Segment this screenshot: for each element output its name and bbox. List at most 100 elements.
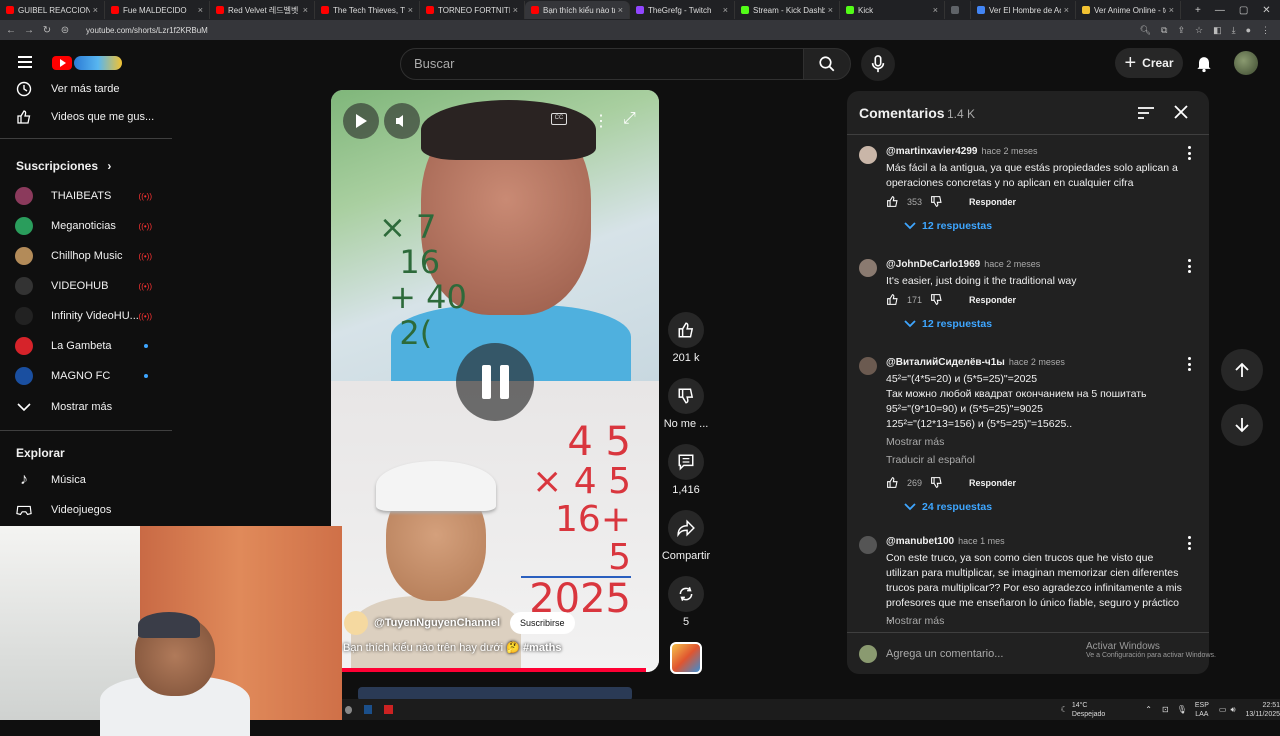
menu-icon[interactable]: [18, 56, 32, 68]
thumb-down-icon[interactable]: [930, 293, 943, 306]
close-tab-icon[interactable]: ×: [93, 5, 98, 15]
app-icon[interactable]: [345, 705, 353, 714]
more-vert-icon[interactable]: ⋮: [593, 111, 609, 131]
speaker-tray-icon[interactable]: 🔊︎: [1230, 705, 1235, 715]
comment-author[interactable]: @JohnDeCarlo1969: [886, 259, 980, 270]
sound-thumbnail[interactable]: [670, 642, 702, 674]
close-tab-icon[interactable]: ×: [408, 5, 413, 15]
comments-button[interactable]: [668, 444, 704, 480]
sidebar-item-subscription[interactable]: MAGNO FC: [0, 361, 172, 391]
sort-button[interactable]: [1137, 106, 1155, 123]
sidebar-item-subscription[interactable]: La Gambeta: [0, 331, 172, 361]
create-button[interactable]: + Crear: [1115, 48, 1183, 78]
sidebar-item-liked-videos[interactable]: Videos que me gus...: [0, 102, 172, 132]
language-indicator[interactable]: ESP LAA: [1195, 701, 1209, 719]
sidebar-item-gaming[interactable]: Videojuegos: [0, 495, 172, 525]
translate-link[interactable]: Traducir al español: [886, 454, 975, 466]
view-replies-button[interactable]: 12 respuestas: [904, 220, 992, 232]
forward-icon[interactable]: →: [22, 25, 36, 36]
close-tab-icon[interactable]: ×: [933, 5, 938, 15]
comment-author[interactable]: @manubet100: [886, 536, 954, 547]
sidebar-item-subscription[interactable]: THAIBEATS ((•)): [0, 181, 172, 211]
like-button[interactable]: [668, 312, 704, 348]
comment-menu-icon[interactable]: [1187, 259, 1191, 273]
new-tab-icon[interactable]: +: [1195, 5, 1201, 16]
show-more-button[interactable]: Mostrar más: [0, 392, 172, 422]
subscribe-button[interactable]: Suscribirse: [510, 612, 575, 634]
browser-tab[interactable]: TORNEO FORTNITE 50.00×: [420, 1, 525, 19]
close-tab-icon[interactable]: ×: [723, 5, 728, 15]
comment-time[interactable]: hace 2 meses: [984, 259, 1040, 269]
site-info-icon[interactable]: ⊜: [58, 25, 72, 36]
commenter-avatar[interactable]: [859, 536, 877, 554]
downloads-icon[interactable]: ⤓: [1232, 25, 1236, 36]
thumb-up-icon[interactable]: [886, 476, 899, 489]
close-tab-icon[interactable]: ×: [513, 5, 518, 15]
comments-action[interactable]: 1,416: [668, 444, 704, 496]
comment-time[interactable]: hace 2 meses: [981, 146, 1037, 156]
reload-icon[interactable]: ↻: [40, 25, 54, 36]
mic-tray-icon[interactable]: 🎙︎: [1177, 705, 1187, 714]
install-icon[interactable]: ⧉: [1161, 25, 1167, 36]
reply-button[interactable]: Responder: [969, 478, 1016, 488]
close-tab-icon[interactable]: ×: [1064, 5, 1069, 15]
share-page-icon[interactable]: ⇪: [1177, 25, 1185, 36]
browser-tab[interactable]: Kick ×: [840, 1, 945, 19]
next-short-button[interactable]: [1221, 404, 1263, 446]
youtube-logo[interactable]: [52, 54, 128, 72]
search-button[interactable]: [803, 48, 851, 80]
notifications-button[interactable]: [1194, 53, 1214, 73]
thumb-down-icon[interactable]: [930, 476, 943, 489]
sidebar-item-subscription[interactable]: Chillhop Music ((•)): [0, 241, 172, 271]
fullscreen-icon[interactable]: ⤢: [623, 110, 636, 128]
monitor-tray-icon[interactable]: ▭: [1219, 705, 1227, 714]
url-field[interactable]: youtube.com/shorts/Lzr1f2KRBuM: [86, 26, 208, 35]
sidebar-item-watch-later[interactable]: Ver más tarde: [0, 74, 172, 104]
app-icon[interactable]: [384, 705, 393, 714]
hashtag-link[interactable]: #maths: [523, 642, 562, 654]
browser-tab[interactable]: TheGrefg - Twitch ×: [630, 1, 735, 19]
back-icon[interactable]: ←: [4, 25, 18, 36]
search-input[interactable]: Buscar: [400, 48, 804, 80]
close-tab-icon[interactable]: ×: [303, 5, 308, 15]
show-more-link[interactable]: Mostrar más: [886, 615, 944, 627]
volume-button[interactable]: [384, 103, 420, 139]
comment-menu-icon[interactable]: [1187, 146, 1191, 160]
sidebar-item-subscription[interactable]: Infinity VideoHU... ((•)): [0, 301, 172, 331]
browser-tab[interactable]: GUIBEL REACCIONA A DA×: [0, 1, 105, 19]
zoom-icon[interactable]: 🔍︎: [1140, 25, 1151, 36]
browser-tab[interactable]: ×: [945, 1, 971, 19]
account-avatar[interactable]: [1234, 51, 1258, 75]
remix-action[interactable]: 5: [668, 576, 704, 628]
browser-tab[interactable]: Fue MALDECIDO ×: [105, 1, 210, 19]
clock[interactable]: 22:51 13/11/2025: [1245, 701, 1280, 719]
channel-name[interactable]: @TuyenNguyenChannel: [374, 617, 500, 629]
share-action[interactable]: Compartir: [662, 510, 710, 562]
close-tab-icon[interactable]: ×: [1169, 5, 1174, 15]
browser-tab[interactable]: The Tech Thieves, Twosi×: [315, 1, 420, 19]
close-button[interactable]: [1173, 104, 1189, 123]
subscriptions-heading[interactable]: Suscripciones ›: [16, 159, 111, 173]
browser-menu-icon[interactable]: ⋮: [1261, 25, 1270, 36]
thumb-up-icon[interactable]: [886, 293, 899, 306]
profile-icon[interactable]: ●: [1246, 25, 1251, 35]
sidebar-item-subscription[interactable]: VIDEOHUB ((•)): [0, 271, 172, 301]
view-replies-button[interactable]: 12 respuestas: [904, 318, 992, 330]
show-more-link[interactable]: Mostrar más: [886, 436, 944, 448]
network-tray-icon[interactable]: ⊡: [1162, 705, 1169, 714]
browser-tab[interactable]: Stream - Kick Dashboard×: [735, 1, 840, 19]
reply-button[interactable]: Responder: [969, 295, 1016, 305]
weather-widget[interactable]: 14°C Despejado: [1072, 701, 1105, 719]
comment-menu-icon[interactable]: [1187, 536, 1191, 550]
thumb-down-icon[interactable]: [930, 195, 943, 208]
commenter-avatar[interactable]: [859, 357, 877, 375]
minimize-icon[interactable]: —: [1215, 5, 1225, 16]
sidebar-item-subscription[interactable]: Meganoticias ((•)): [0, 211, 172, 241]
close-tab-icon[interactable]: ×: [198, 5, 203, 15]
bookmark-icon[interactable]: ☆: [1195, 25, 1203, 36]
close-tab-icon[interactable]: ×: [828, 5, 833, 15]
dislike-action[interactable]: No me ...: [664, 378, 708, 430]
channel-avatar[interactable]: [344, 611, 368, 635]
close-tab-icon[interactable]: ×: [618, 5, 623, 15]
maximize-icon[interactable]: ▢: [1239, 5, 1248, 16]
